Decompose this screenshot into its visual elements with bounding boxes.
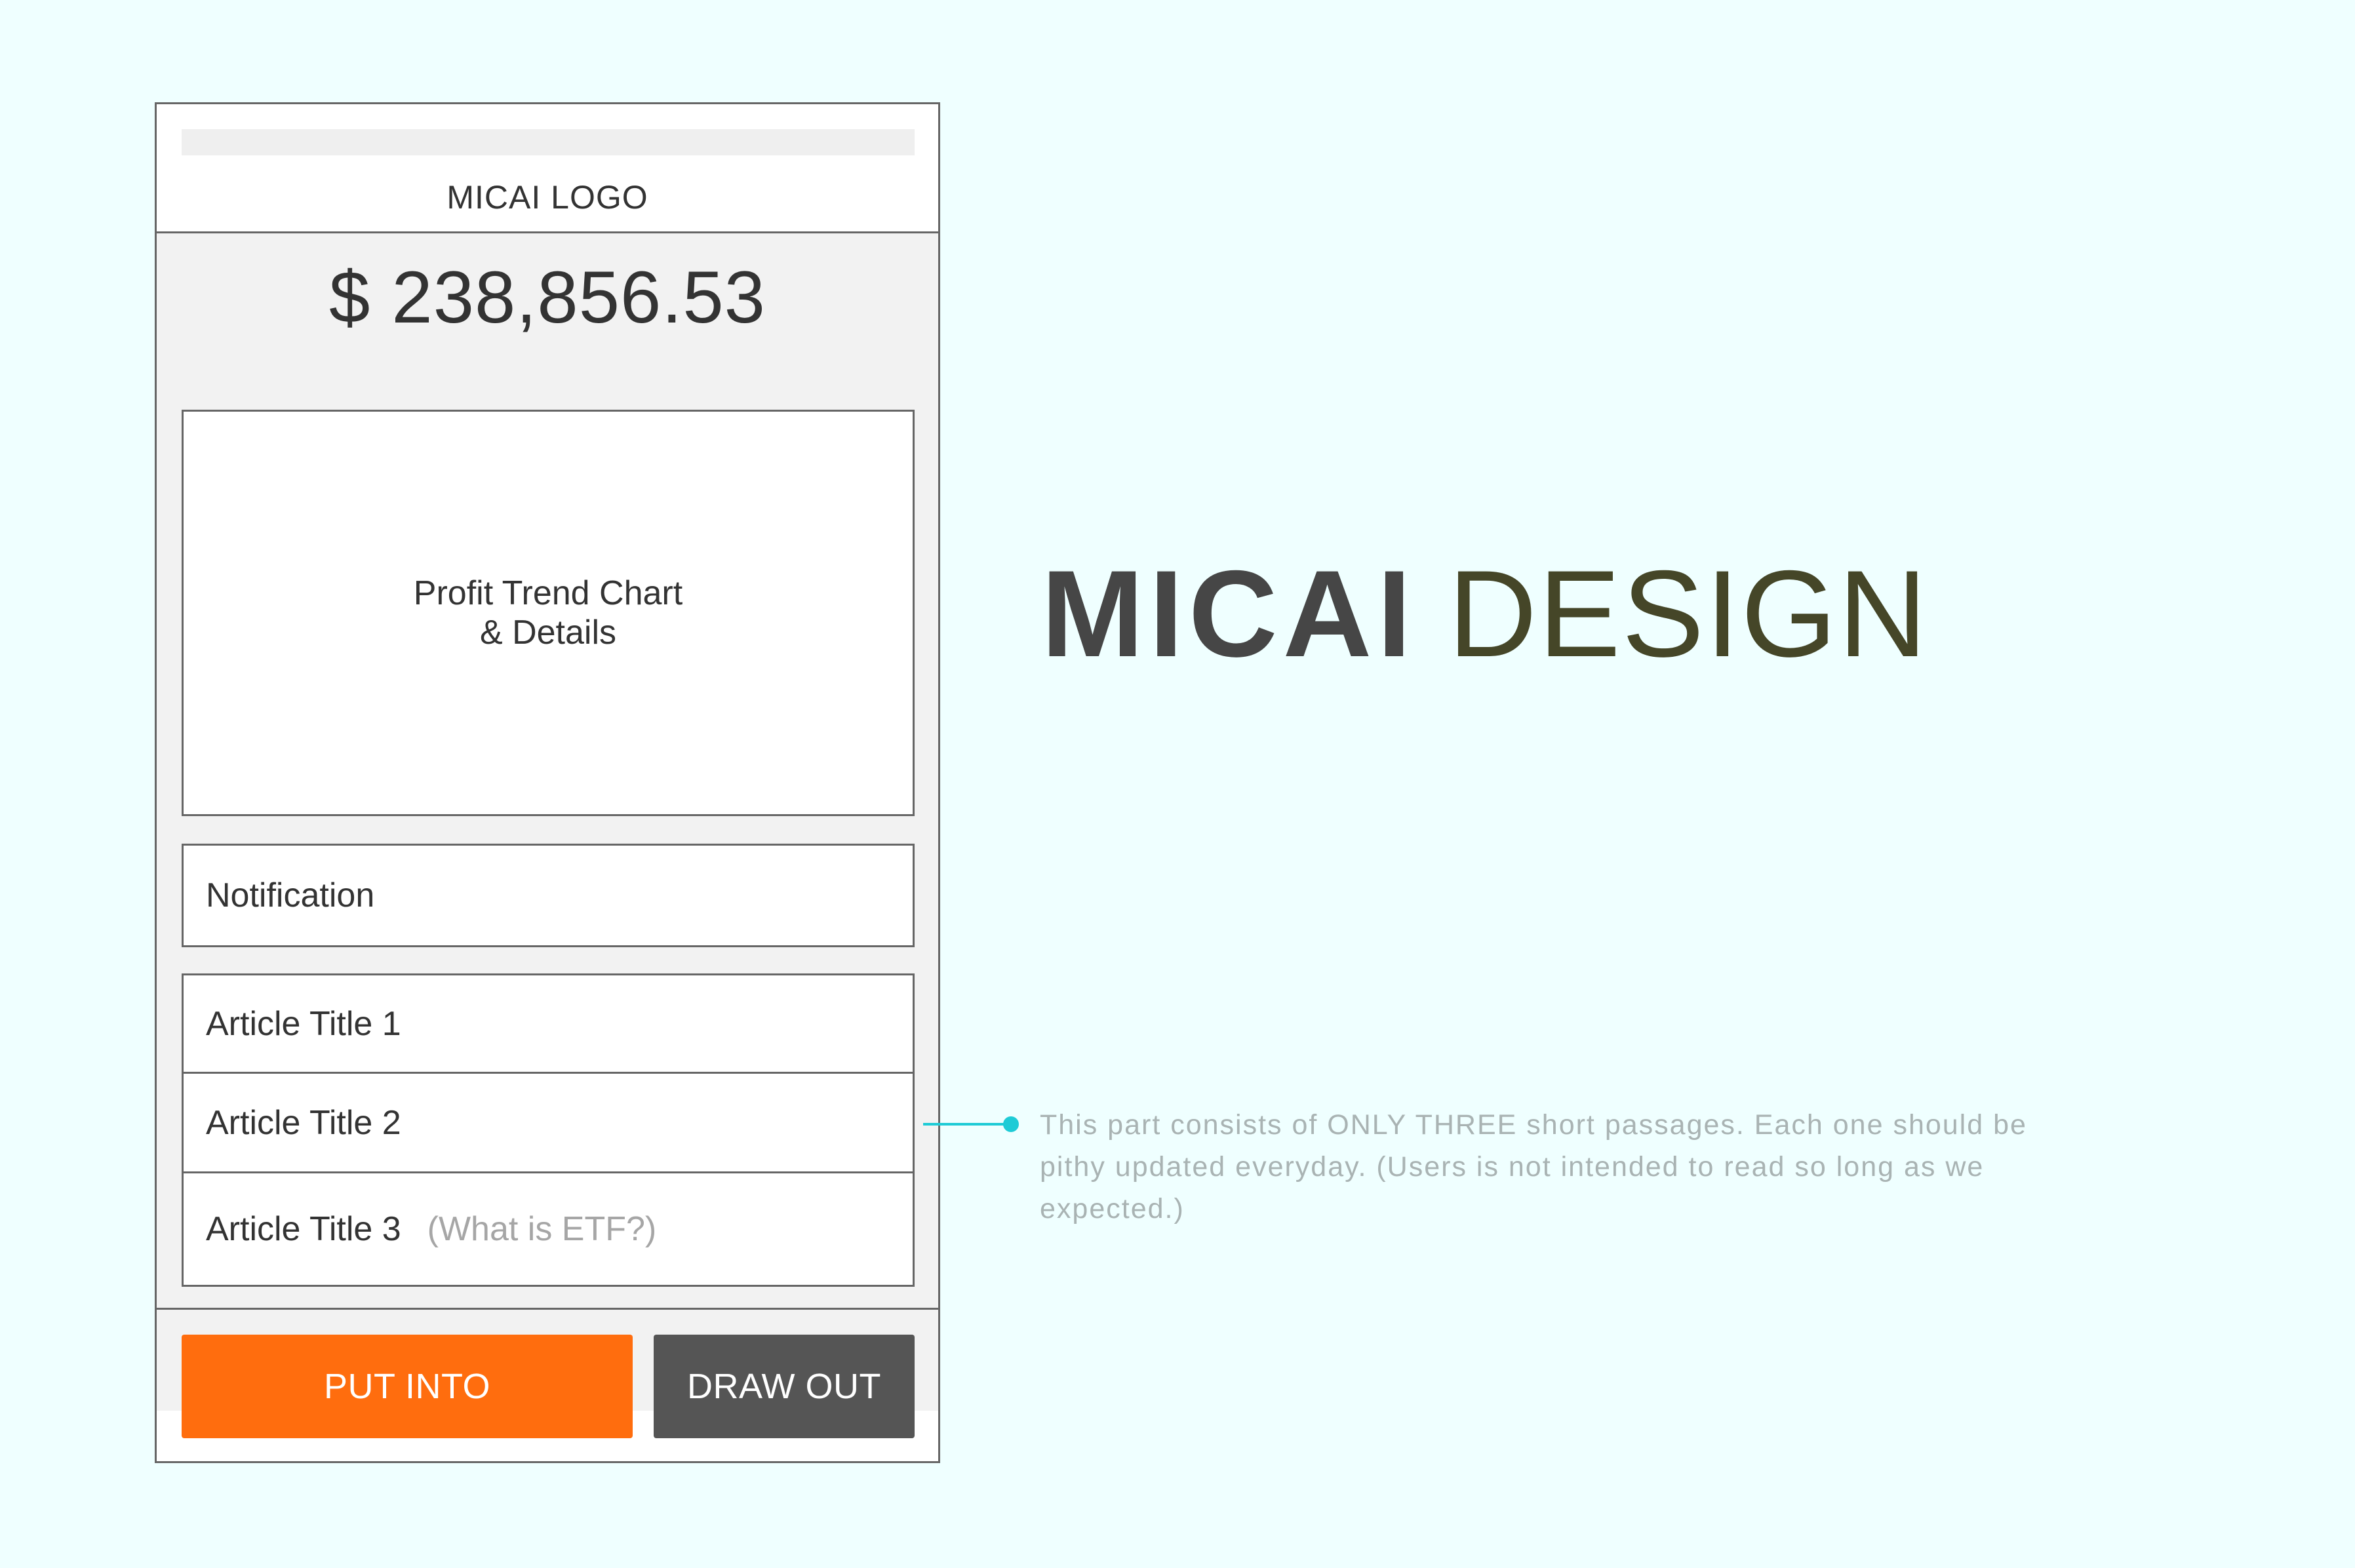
- put-into-button[interactable]: PUT INTO: [182, 1335, 633, 1438]
- draw-out-button[interactable]: DRAW OUT: [654, 1335, 915, 1438]
- article-list: Article Title 1 Article Title 2 Article …: [182, 973, 915, 1287]
- status-bar: [182, 129, 915, 155]
- article-title: Article Title 2: [206, 1103, 401, 1142]
- profit-trend-chart[interactable]: Profit Trend Chart & Details: [182, 410, 915, 816]
- article-item-3[interactable]: Article Title 3 (What is ETF?): [184, 1173, 913, 1285]
- article-note: (What is ETF?): [427, 1210, 657, 1248]
- annotation-connector-dot: [1003, 1116, 1019, 1132]
- brand-title-light: DESIGN: [1448, 545, 1929, 682]
- footer-divider: [157, 1308, 938, 1310]
- phone-wireframe: MICAI LOGO $ 238,856.53 Profit Trend Cha…: [155, 102, 940, 1463]
- annotation-connector-line: [923, 1123, 1011, 1126]
- brand-title-bold: MICAI: [1041, 545, 1417, 682]
- account-balance: $ 238,856.53: [329, 256, 766, 338]
- chart-placeholder-label: Profit Trend Chart & Details: [413, 574, 683, 652]
- brand-title: MICAI DESIGN: [1041, 541, 1928, 686]
- article-title: Article Title 3: [206, 1210, 401, 1248]
- article-item-1[interactable]: Article Title 1: [184, 975, 913, 1074]
- annotation-text: This part consists of ONLY THREE short p…: [1040, 1109, 2027, 1225]
- app-logo: MICAI LOGO: [446, 179, 648, 216]
- notification-label: Notification: [206, 876, 375, 914]
- article-title: Article Title 1: [206, 1004, 401, 1043]
- notification-bar[interactable]: Notification: [182, 844, 915, 947]
- article-item-2[interactable]: Article Title 2: [184, 1074, 913, 1173]
